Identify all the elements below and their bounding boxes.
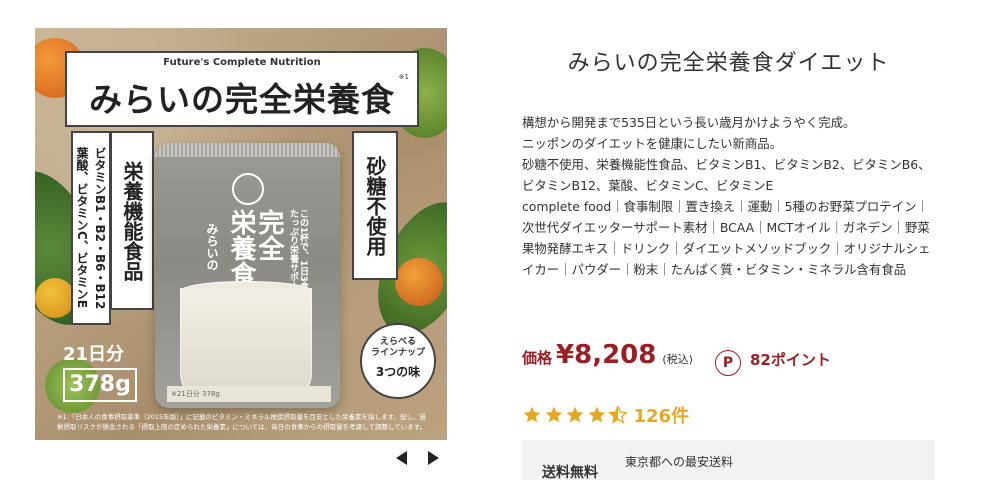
description-line: 砂糖不使用、栄養機能性食品、ビタミンB1、ビタミンB2、ビタミンB6、ビタミンB… (522, 157, 931, 193)
price-value: ¥8,208 (556, 340, 657, 370)
star-full-icon (545, 406, 562, 423)
star-full-icon (566, 406, 584, 423)
star-full-icon (523, 406, 541, 423)
price-tax-note: (税込) (662, 353, 693, 366)
shipping-note: 東京都への最安送料 (625, 455, 734, 469)
price-row: 価格 ¥8,208 (税込) P 82ポイント (522, 340, 831, 380)
star-full-icon (588, 406, 605, 423)
product-image: Future's Complete Nutrition みらいの完全栄養食 ※1… (35, 28, 447, 440)
shipping-label: 送料無料 (542, 465, 598, 481)
points-info: P 82ポイント (714, 346, 831, 376)
sugar-free-label: 砂糖不使用 (352, 131, 398, 280)
gallery-prev-arrow-icon[interactable] (396, 451, 407, 465)
image-brand-mark: ※1 (398, 73, 409, 81)
pouch-bottom-label: ※21日分 378g (167, 386, 331, 402)
flavor-badge-line1: えらべる (379, 337, 416, 347)
pouch-logo-icon (232, 173, 264, 205)
pouch-title-2: 栄養食 (226, 209, 256, 287)
flavor-badge-line2: ラインナップ (370, 348, 425, 358)
review-count-link[interactable]: 126件 (634, 402, 690, 428)
serving-days: 21日分 (63, 344, 125, 365)
points-text: 82ポイント (749, 350, 831, 369)
pouch-title-1: 完全 (254, 209, 284, 261)
vegetable-decoration (395, 258, 443, 306)
drink-glass (180, 288, 312, 400)
shipping-info: 送料無料 東京都への最安送料 (522, 440, 935, 481)
star-half-icon (608, 405, 628, 424)
vitamin-label-line1: ビタミンB1・B2・B6・B12 (93, 146, 107, 310)
image-footnote: ※1.「日本人の食事摂取基準（2015年版）」に記載のビタミン・ミネラル推奨摂取… (57, 413, 427, 431)
flavor-badge: えらべる ラインナップ 3つの味 (360, 323, 436, 399)
description-line: complete food｜食事制限｜置き換え｜運動｜5種のお野菜プロテイン｜次… (522, 199, 931, 277)
vitamin-label: ビタミンB1・B2・B6・B12 葉酸、ビタミンC、ビタミンE (71, 131, 111, 325)
pouch-subtitle: みらいの (205, 223, 219, 271)
gallery-next-arrow-icon[interactable] (428, 451, 439, 465)
product-title: みらいの完全栄養食ダイエット (567, 51, 890, 76)
price-label: 価格 (522, 349, 553, 367)
image-brand-en: Future's Complete Nutrition (163, 57, 321, 68)
description-line: ニッポンのダイエットを健康にしたい新商品。 (522, 136, 783, 151)
image-brand-jp: みらいの完全栄養食 (89, 80, 395, 119)
vegetable-decoration (35, 278, 75, 318)
image-title-box: Future's Complete Nutrition みらいの完全栄養食 ※1 (65, 51, 419, 127)
net-weight: 378g (63, 368, 137, 402)
description-line: 構想から開発まで535日という長い歳月かけようやく完成。 (522, 115, 856, 130)
flavor-badge-line3: 3つの味 (375, 365, 421, 379)
vitamin-label-line2: 葉酸、ビタミンC、ビタミンE (75, 147, 89, 309)
review-rating[interactable]: 126件 (522, 402, 689, 428)
product-pouch: この1杯で、1日3食分の たっぷり栄養サポート 完全 栄養食 みらいの ※21日… (155, 143, 340, 408)
functional-food-label: 栄養機能食品 (110, 131, 154, 310)
product-description: 構想から開発まで535日という長い歳月かけようやく完成。 ニッポンのダイエットを… (522, 112, 937, 280)
points-icon: P (714, 350, 741, 376)
pouch-zipper (155, 143, 340, 157)
